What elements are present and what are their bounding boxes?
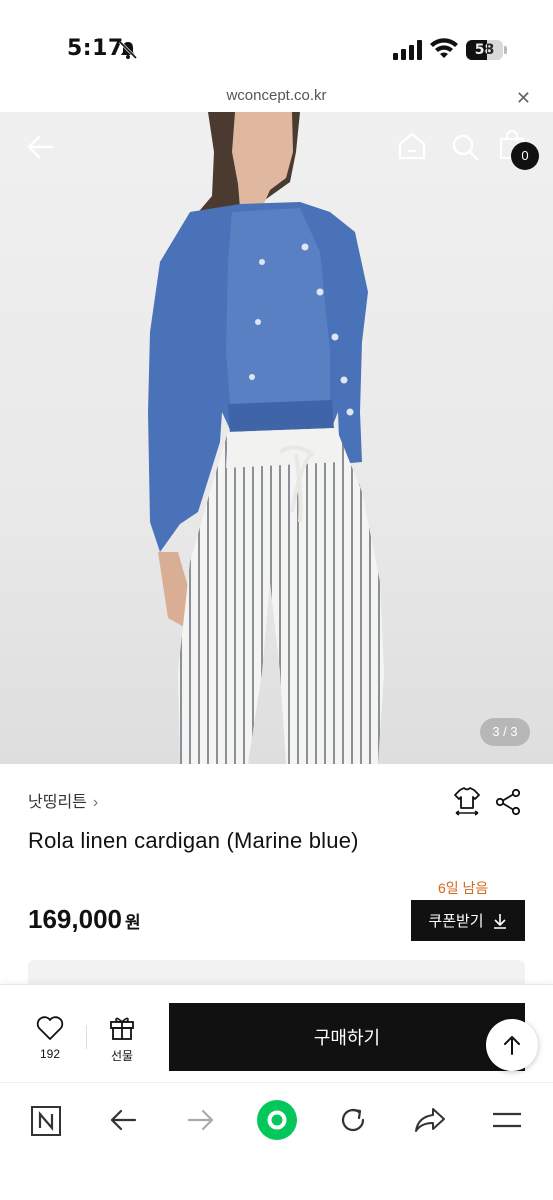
cart-count-badge[interactable]: 0	[511, 142, 539, 170]
like-button[interactable]: 192	[24, 1015, 76, 1061]
product-title: Rola linen cardigan (Marine blue)	[28, 828, 359, 853]
product-price: 169,000 원	[28, 904, 141, 935]
purchase-action-bar: 192 선물 구매하기	[0, 984, 553, 1082]
download-icon	[493, 913, 506, 929]
price-value: 169,000	[28, 904, 122, 934]
search-icon[interactable]	[450, 132, 480, 162]
buy-button[interactable]: 구매하기	[169, 1003, 525, 1071]
signal-icon	[393, 40, 422, 60]
share-icon[interactable]	[494, 788, 522, 816]
url-text[interactable]: wconcept.co.kr	[0, 87, 553, 104]
forward-icon[interactable]	[186, 1105, 216, 1135]
brand-name[interactable]: 낫띵리튼	[28, 794, 87, 811]
image-page-indicator: 3 / 3	[480, 718, 530, 746]
like-count: 192	[39, 1047, 61, 1061]
chevron-right-icon: ›	[92, 794, 99, 811]
green-home-icon[interactable]	[256, 1099, 298, 1141]
scroll-to-top-button[interactable]	[486, 1019, 538, 1071]
menu-icon[interactable]	[491, 1107, 523, 1133]
gift-label: 선물	[110, 1049, 134, 1063]
size-fit-icon[interactable]	[452, 786, 482, 816]
price-unit: 원	[124, 913, 141, 932]
coupon-days-left: 6일 남음	[438, 880, 489, 896]
refresh-icon[interactable]	[337, 1104, 369, 1136]
gift-icon	[110, 1017, 134, 1040]
get-coupon-button[interactable]: 쿠폰받기	[411, 900, 525, 941]
close-icon[interactable]: ✕	[516, 88, 531, 109]
brand-link[interactable]: 낫띵리튼 ›	[28, 788, 98, 812]
divider	[86, 1025, 87, 1049]
back-arrow-icon[interactable]	[26, 132, 56, 162]
battery-level: 58	[474, 42, 495, 58]
product-image-carousel[interactable]: 0 3 / 3	[0, 112, 553, 764]
gift-button[interactable]: 선물	[96, 1015, 148, 1064]
wifi-icon	[430, 38, 458, 58]
share-icon[interactable]	[413, 1105, 447, 1135]
status-time: 5:17	[67, 36, 124, 61]
back-icon[interactable]	[108, 1105, 138, 1135]
heart-icon	[36, 1016, 64, 1040]
arrow-up-icon	[504, 1036, 520, 1055]
naver-n-icon[interactable]	[30, 1105, 62, 1137]
browser-url-bar[interactable]: wconcept.co.kr ✕	[0, 84, 553, 112]
bell-muted-icon	[118, 40, 138, 60]
home-icon[interactable]	[396, 130, 428, 162]
battery-indicator: 58	[466, 40, 508, 60]
coupon-label: 쿠폰받기	[428, 913, 484, 930]
product-photo	[148, 112, 384, 764]
status-bar: 5:17 58	[0, 0, 553, 84]
browser-toolbar	[0, 1082, 553, 1200]
